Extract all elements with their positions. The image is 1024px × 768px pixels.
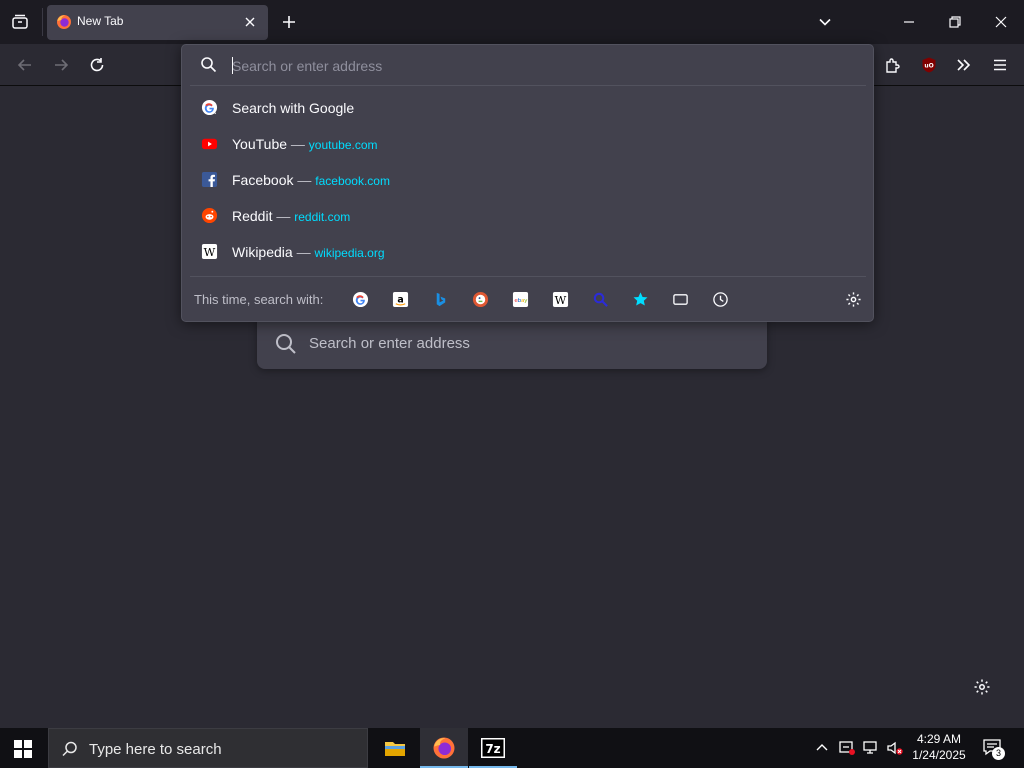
divider (190, 276, 866, 277)
address-bar[interactable] (182, 45, 873, 85)
dash-separator: — (290, 136, 305, 152)
forward-arrow-icon[interactable] (51, 55, 71, 75)
page-settings-gear-icon[interactable] (973, 678, 993, 698)
tab-bar: New Tab (0, 0, 1024, 44)
suggestion-url: facebook.com (315, 174, 390, 188)
suggestion-search-google[interactable]: Search with Google (187, 91, 870, 125)
tab-new-tab[interactable]: New Tab (47, 5, 268, 40)
search-icon[interactable] (591, 290, 609, 308)
taskbar-search-box[interactable]: Type here to search (48, 728, 368, 768)
taskbar-clock[interactable]: 4:29 AM 1/24/2025 (908, 731, 970, 763)
suggestion-label: Search with Google (232, 100, 355, 116)
clock-date: 1/24/2025 (912, 748, 966, 762)
close-window-icon[interactable] (992, 13, 1010, 31)
address-input[interactable] (232, 57, 832, 75)
facebook-icon (201, 171, 218, 188)
7zip-icon[interactable]: 7z (469, 728, 517, 768)
amazon-icon[interactable]: a (391, 290, 409, 308)
network-tray-icon[interactable] (862, 739, 880, 757)
back-arrow-icon[interactable] (15, 55, 35, 75)
search-icon (274, 332, 298, 356)
extensions-puzzle-icon[interactable] (883, 55, 903, 75)
suggestion-title: Reddit (232, 208, 273, 224)
bookmarks-star-icon[interactable] (631, 290, 649, 308)
restore-window-icon[interactable] (946, 13, 964, 31)
hamburger-menu-icon[interactable] (990, 55, 1010, 75)
ublock-origin-icon[interactable]: uO (919, 55, 939, 75)
suggestion-title: Facebook (232, 172, 294, 188)
show-hidden-icons-chevron-up-icon[interactable] (815, 741, 829, 755)
suggestion-title: Wikipedia (232, 244, 293, 260)
suggestion-youtube[interactable]: YouTube — youtube.com (187, 127, 870, 161)
suggestion-reddit[interactable]: Reddit — reddit.com (187, 199, 870, 233)
search-with-label: This time, search with: (194, 292, 324, 307)
svg-text:a: a (397, 294, 403, 305)
divider (190, 85, 866, 86)
windows-taskbar: Type here to search 7z 4:29 AM 1/24/2025… (0, 728, 1024, 768)
suggestion-url: reddit.com (294, 210, 351, 224)
suggestion-url: wikipedia.org (314, 246, 385, 260)
windows-start-icon[interactable] (14, 740, 32, 758)
tab-bar-divider (42, 8, 43, 36)
new-tab-plus-icon[interactable] (280, 13, 298, 31)
dash-separator: — (297, 172, 312, 188)
chevron-down-icon[interactable] (816, 13, 834, 31)
search-icon (200, 56, 217, 73)
ebay-icon[interactable]: ebay (511, 290, 529, 308)
reload-icon[interactable] (87, 55, 107, 75)
suggestion-url: youtube.com (308, 138, 378, 152)
tab-list-icon[interactable] (10, 12, 30, 32)
search-placeholder: Search or enter address (309, 335, 470, 352)
suggestion-facebook[interactable]: Facebook — facebook.com (187, 163, 870, 197)
taskbar-search-placeholder: Type here to search (89, 741, 222, 758)
more-tools-chevrons-icon[interactable] (954, 55, 974, 75)
search-icon (61, 740, 79, 758)
wikipedia-icon[interactable]: W (551, 290, 569, 308)
tabs-icon[interactable] (671, 290, 689, 308)
search-settings-gear-icon[interactable] (844, 290, 862, 308)
dash-separator: — (276, 208, 291, 224)
youtube-icon (201, 135, 218, 152)
google-icon (201, 99, 218, 116)
google-icon[interactable] (351, 290, 369, 308)
reddit-icon (201, 207, 218, 224)
volume-muted-tray-icon[interactable] (886, 739, 904, 757)
svg-text:7z: 7z (485, 742, 500, 756)
bing-icon[interactable] (431, 290, 449, 308)
clock-time: 4:29 AM (916, 732, 962, 746)
svg-text:W: W (204, 245, 216, 259)
firefox-icon (56, 14, 72, 30)
file-explorer-icon[interactable] (371, 728, 419, 768)
svg-text:W: W (554, 292, 566, 306)
security-tray-icon[interactable] (838, 739, 856, 757)
history-icon[interactable] (711, 290, 729, 308)
wikipedia-icon: W (201, 243, 218, 260)
firefox-taskbar-icon[interactable] (420, 728, 468, 768)
notification-count-badge: 3 (992, 747, 1005, 760)
minimize-window-icon[interactable] (900, 13, 918, 31)
notification-center-icon[interactable]: 3 (982, 738, 1006, 760)
close-tab-icon[interactable] (243, 15, 257, 29)
suggestion-wikipedia[interactable]: W Wikipedia — wikipedia.org (187, 235, 870, 269)
new-tab-search-box[interactable]: Search or enter address (257, 318, 767, 369)
svg-text:uO: uO (924, 63, 933, 70)
text-caret (232, 57, 233, 74)
address-bar-dropdown: Search with Google YouTube — youtube.com… (181, 44, 874, 322)
suggestion-title: YouTube (232, 136, 288, 152)
duckduckgo-icon[interactable] (471, 290, 489, 308)
dash-separator: — (296, 244, 311, 260)
tab-title: New Tab (77, 14, 124, 28)
